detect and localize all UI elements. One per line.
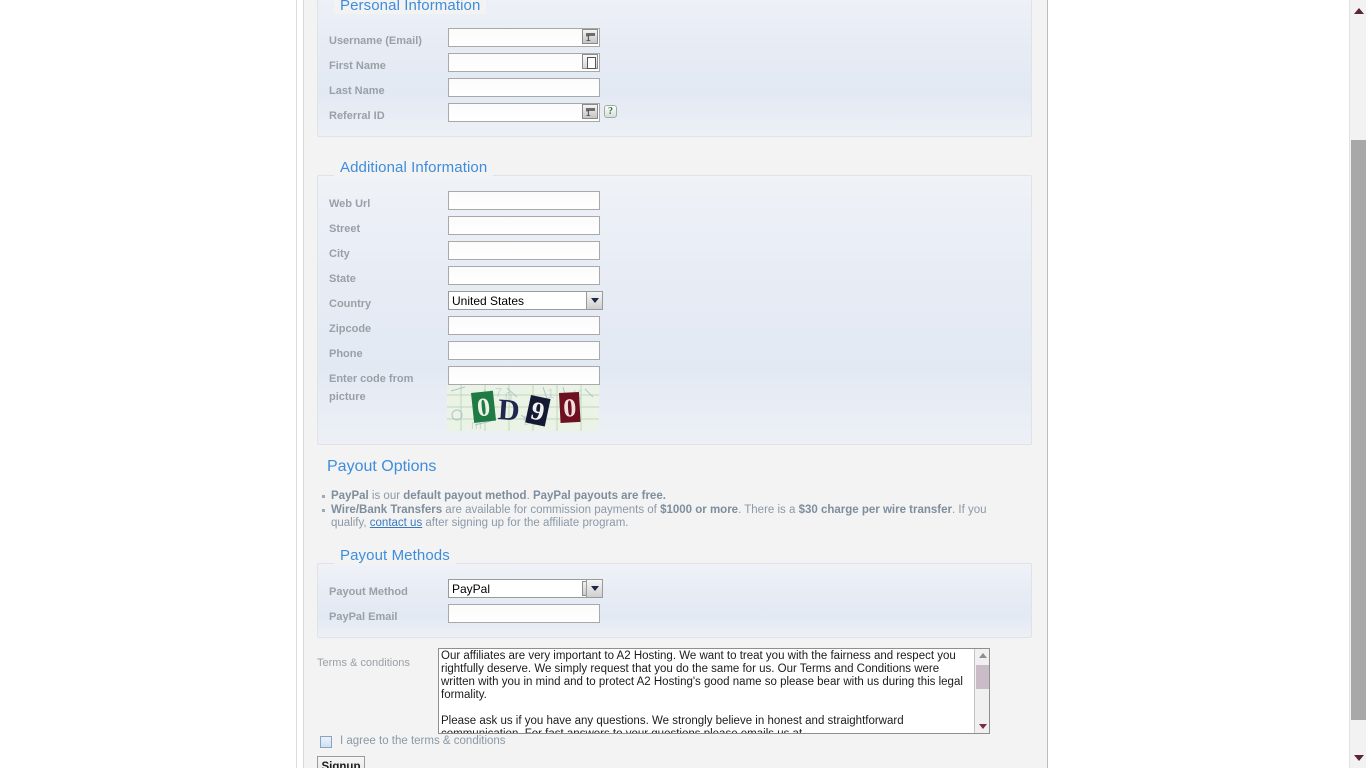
first-name-input[interactable] [448, 53, 600, 72]
state-input[interactable] [448, 266, 600, 285]
terms-scroll-thumb[interactable] [976, 665, 989, 689]
state-label: State [329, 273, 356, 285]
paypal-email-label: PayPal Email [329, 611, 398, 623]
page-left-rule [296, 0, 297, 768]
phone-input[interactable] [448, 341, 600, 360]
captcha-label-line1: Enter code from [329, 373, 414, 385]
autofill-keys-icon[interactable] [582, 29, 598, 44]
scroll-up-icon[interactable] [1350, 2, 1366, 19]
payout-option-item: Wire/Bank Transfers are available for co… [317, 504, 1017, 530]
terms-textarea-scrollbar[interactable] [974, 649, 989, 733]
terms-scroll-up-icon[interactable] [975, 649, 989, 662]
contact-us-link[interactable]: contact us [370, 517, 422, 529]
referral-id-input[interactable] [448, 103, 600, 122]
referral-id-help-icon[interactable]: ? [604, 105, 617, 118]
autofill-keys-icon[interactable] [582, 104, 598, 119]
additional-information-legend: Additional Information [334, 159, 494, 176]
captcha-image: U 7 0 1 K 9 m 0 D 9 [447, 385, 599, 431]
payout-option-emphasis: $30 charge per wire transfer [798, 504, 953, 516]
payout-options-title: Payout Options [327, 458, 437, 475]
captcha-input[interactable] [448, 366, 600, 385]
autofill-card-icon[interactable] [582, 54, 598, 69]
additional-information-fieldset [317, 175, 1032, 445]
web-url-label: Web Url [329, 198, 371, 210]
payout-option-item: PayPal is our default payout method. Pay… [317, 490, 1017, 503]
country-select[interactable]: United States [448, 291, 600, 310]
payout-method-chevron-down-icon[interactable] [586, 579, 603, 598]
payout-option-text: are available for commission payments of [442, 504, 661, 516]
signup-button[interactable]: Signup [317, 756, 365, 768]
payout-method-select[interactable]: PayPal [448, 579, 600, 598]
terms-scroll-down-icon[interactable] [975, 720, 989, 733]
referral-id-label: Referral ID [329, 110, 385, 122]
payout-options-list: PayPal is our default payout method. Pay… [317, 490, 1017, 531]
street-input[interactable] [448, 216, 600, 235]
payout-methods-legend: Payout Methods [334, 547, 456, 564]
terms-conditions-textarea[interactable]: Our affiliates are very important to A2 … [438, 648, 990, 734]
zipcode-label: Zipcode [329, 323, 372, 335]
payout-option-emphasis: $1000 or more [660, 504, 739, 516]
terms-conditions-label: Terms & conditions [317, 657, 410, 669]
agree-terms-row: I agree to the terms & conditions [320, 735, 720, 749]
payout-method-select-value: PayPal [452, 581, 491, 596]
city-label: City [329, 248, 350, 260]
captcha-label-line2: picture [329, 391, 366, 403]
terms-conditions-text: Our affiliates are very important to A2 … [441, 650, 963, 734]
last-name-input[interactable] [448, 78, 600, 97]
last-name-label: Last Name [329, 85, 385, 97]
window-scroll-thumb[interactable] [1351, 140, 1366, 720]
payout-option-emphasis: PayPal [331, 490, 369, 502]
payout-option-emphasis: Wire/Bank Transfers [331, 504, 443, 516]
agree-terms-label: I agree to the terms & conditions [340, 735, 506, 747]
personal-information-fieldset [317, 0, 1032, 137]
payout-option-text: after signing up for the affiliate progr… [422, 517, 629, 529]
svg-text:0: 0 [563, 393, 577, 423]
zipcode-input[interactable] [448, 316, 600, 335]
payout-option-emphasis: PayPal payouts are free. [532, 490, 666, 502]
paypal-email-input[interactable] [448, 604, 600, 623]
username-email-input[interactable] [448, 28, 600, 47]
country-label: Country [329, 298, 372, 310]
country-select-value: United States [452, 293, 525, 308]
window-scrollbar[interactable] [1349, 0, 1366, 768]
personal-information-legend: Personal Information [334, 0, 487, 14]
country-select-chevron-down-icon[interactable] [586, 291, 603, 310]
payout-option-text: is our [368, 490, 404, 502]
payout-methods-fieldset [317, 563, 1032, 638]
street-label: Street [329, 223, 361, 235]
payout-option-emphasis: default payout method [403, 490, 527, 502]
city-input[interactable] [448, 241, 600, 260]
payout-method-label: Payout Method [329, 586, 408, 598]
web-url-input[interactable] [448, 191, 600, 210]
page-right-gutter [1049, 0, 1346, 768]
agree-terms-checkbox[interactable] [320, 736, 332, 748]
svg-text:D: D [497, 393, 521, 427]
browser-viewport: Personal Information Username (Email) Fi… [0, 0, 1366, 768]
username-email-label: Username (Email) [329, 35, 422, 47]
payout-option-text: . There is a [738, 504, 799, 516]
phone-label: Phone [329, 348, 363, 360]
first-name-label: First Name [329, 60, 386, 72]
scroll-down-icon[interactable] [1350, 749, 1366, 766]
